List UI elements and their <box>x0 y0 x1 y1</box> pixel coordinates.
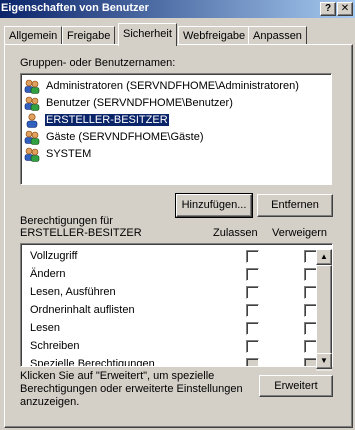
permissions-list[interactable]: Vollzugriff Ändern Lesen, Ausführen Ordn… <box>20 243 333 367</box>
advanced-hint-line2: Berechtigungen oder erweiterte Einstellu… <box>20 383 243 395</box>
group-name: Benutzer (SERVNDFHOME\Benutzer) <box>46 97 233 109</box>
permission-name: Lesen, Ausführen <box>30 286 116 298</box>
tab-allgemein[interactable]: Allgemein <box>4 26 63 45</box>
groups-listbox[interactable]: Administratoren (SERVNDFHOME\Administrat… <box>20 73 332 185</box>
group-name: Gäste (SERVNDFHOME\Gäste) <box>46 131 204 143</box>
permission-name: Ändern <box>30 268 66 280</box>
users-icon <box>24 147 40 162</box>
scroll-down-icon[interactable]: ▼ <box>316 353 332 369</box>
permission-name: Ordnerinhalt auflisten <box>30 304 135 316</box>
advanced-button[interactable]: Erweitert <box>259 375 333 397</box>
scroll-thumb[interactable] <box>316 265 332 355</box>
allow-checkbox <box>246 358 259 366</box>
allow-checkbox[interactable] <box>246 250 259 263</box>
allow-header: Zulassen <box>213 227 258 239</box>
close-button[interactable]: ✕ <box>337 2 353 16</box>
title-bar[interactable]: Eigenschaften von Benutzer ? ✕ <box>0 0 355 18</box>
permission-name: Spezielle Berechtigungen <box>30 358 155 367</box>
allow-checkbox[interactable] <box>246 268 259 281</box>
groups-label: Gruppen- oder Benutzernamen: <box>20 57 176 69</box>
allow-checkbox[interactable] <box>246 340 259 353</box>
remove-button[interactable]: Entfernen <box>257 194 333 217</box>
add-button[interactable]: Hinzufügen... <box>175 193 253 218</box>
advanced-hint-line3: anzuzeigen. <box>20 396 80 408</box>
permissions-scrollbar[interactable]: ▲ ▼ <box>316 249 332 371</box>
tab-anpassen[interactable]: Anpassen <box>248 26 307 45</box>
permission-name: Lesen <box>30 322 60 334</box>
permissions-label: Berechtigungen für <box>20 215 113 227</box>
allow-checkbox[interactable] <box>246 322 259 335</box>
group-name: SYSTEM <box>46 148 92 160</box>
advanced-hint-line1: Klicken Sie auf "Erweitert", um speziell… <box>20 370 215 382</box>
group-name: ERSTELLER-BESITZER <box>45 114 169 126</box>
users-icon <box>24 96 40 111</box>
allow-checkbox[interactable] <box>246 286 259 299</box>
scroll-up-icon[interactable]: ▲ <box>316 249 332 265</box>
deny-header: Verweigern <box>272 227 328 239</box>
users-icon <box>24 79 40 94</box>
tab-webfreigabe[interactable]: Webfreigabe <box>178 26 251 45</box>
tab-strip: Allgemein Freigabe Sicherheit Webfreigab… <box>4 22 354 46</box>
permission-name: Schreiben <box>30 340 80 352</box>
permission-name: Vollzugriff <box>30 250 78 262</box>
tab-sicherheit[interactable]: Sicherheit <box>118 23 177 46</box>
allow-checkbox[interactable] <box>246 304 259 317</box>
user-icon <box>26 113 38 128</box>
window-title: Eigenschaften von Benutzer <box>1 2 149 14</box>
tab-freigabe[interactable]: Freigabe <box>62 26 116 45</box>
users-icon <box>24 130 40 145</box>
help-button[interactable]: ? <box>320 2 336 16</box>
permissions-principal: ERSTELLER-BESITZER <box>20 227 142 239</box>
group-name: Administratoren (SERVNDFHOME\Administrat… <box>46 80 299 92</box>
